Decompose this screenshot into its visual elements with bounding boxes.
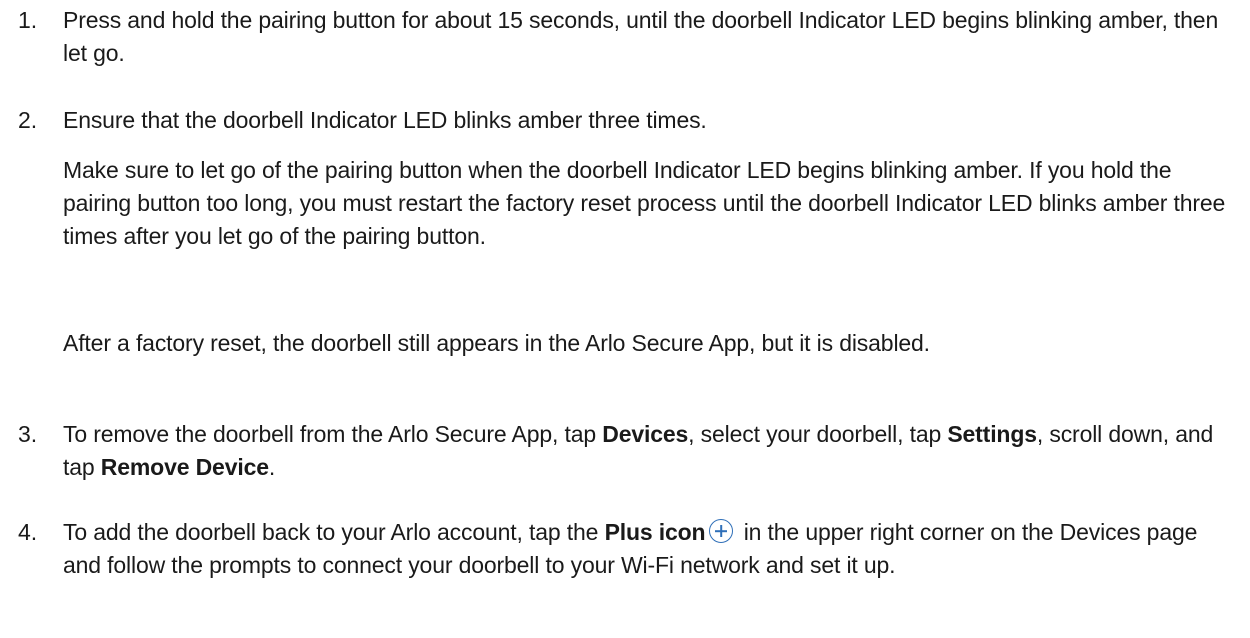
step-2-note-pairing: Make sure to let go of the pairing butto… <box>63 157 1226 249</box>
instructions-document: 1. Press and hold the pairing button for… <box>0 0 1250 638</box>
step-3: 3. To remove the doorbell from the Arlo … <box>18 418 1226 484</box>
step-4-text-a: To add the doorbell back to your Arlo ac… <box>63 519 605 545</box>
step-number: 1. <box>18 7 38 33</box>
step-text: To add the doorbell back to your Arlo ac… <box>63 516 1226 582</box>
step-2-note-reset: After a factory reset, the doorbell stil… <box>63 330 930 356</box>
step-2: 2. Ensure that the doorbell Indicator LE… <box>18 104 1226 137</box>
step-number: 4. <box>18 519 38 545</box>
step-3-text-a: To remove the doorbell from the Arlo Sec… <box>63 421 603 447</box>
remove-device-label: Remove Device <box>100 454 269 480</box>
step-3-text-d: . <box>268 454 276 480</box>
devices-label: Devices <box>602 421 689 447</box>
step-4: 4. To add the doorbell back to your Arlo… <box>18 516 1226 582</box>
step-number: 3. <box>18 421 38 447</box>
plus-icon-label: Plus icon <box>604 519 706 545</box>
step-1: 1. Press and hold the pairing button for… <box>18 4 1226 70</box>
step-number: 2. <box>18 107 38 133</box>
plus-circle-icon <box>709 519 734 543</box>
step-text: Press and hold the pairing button for ab… <box>63 7 1219 66</box>
step-text: To remove the doorbell from the Arlo Sec… <box>63 418 1226 484</box>
step-text: Ensure that the doorbell Indicator LED b… <box>63 107 707 133</box>
step-3-text-b: , select your doorbell, tap <box>688 421 948 447</box>
settings-label: Settings <box>947 421 1037 447</box>
